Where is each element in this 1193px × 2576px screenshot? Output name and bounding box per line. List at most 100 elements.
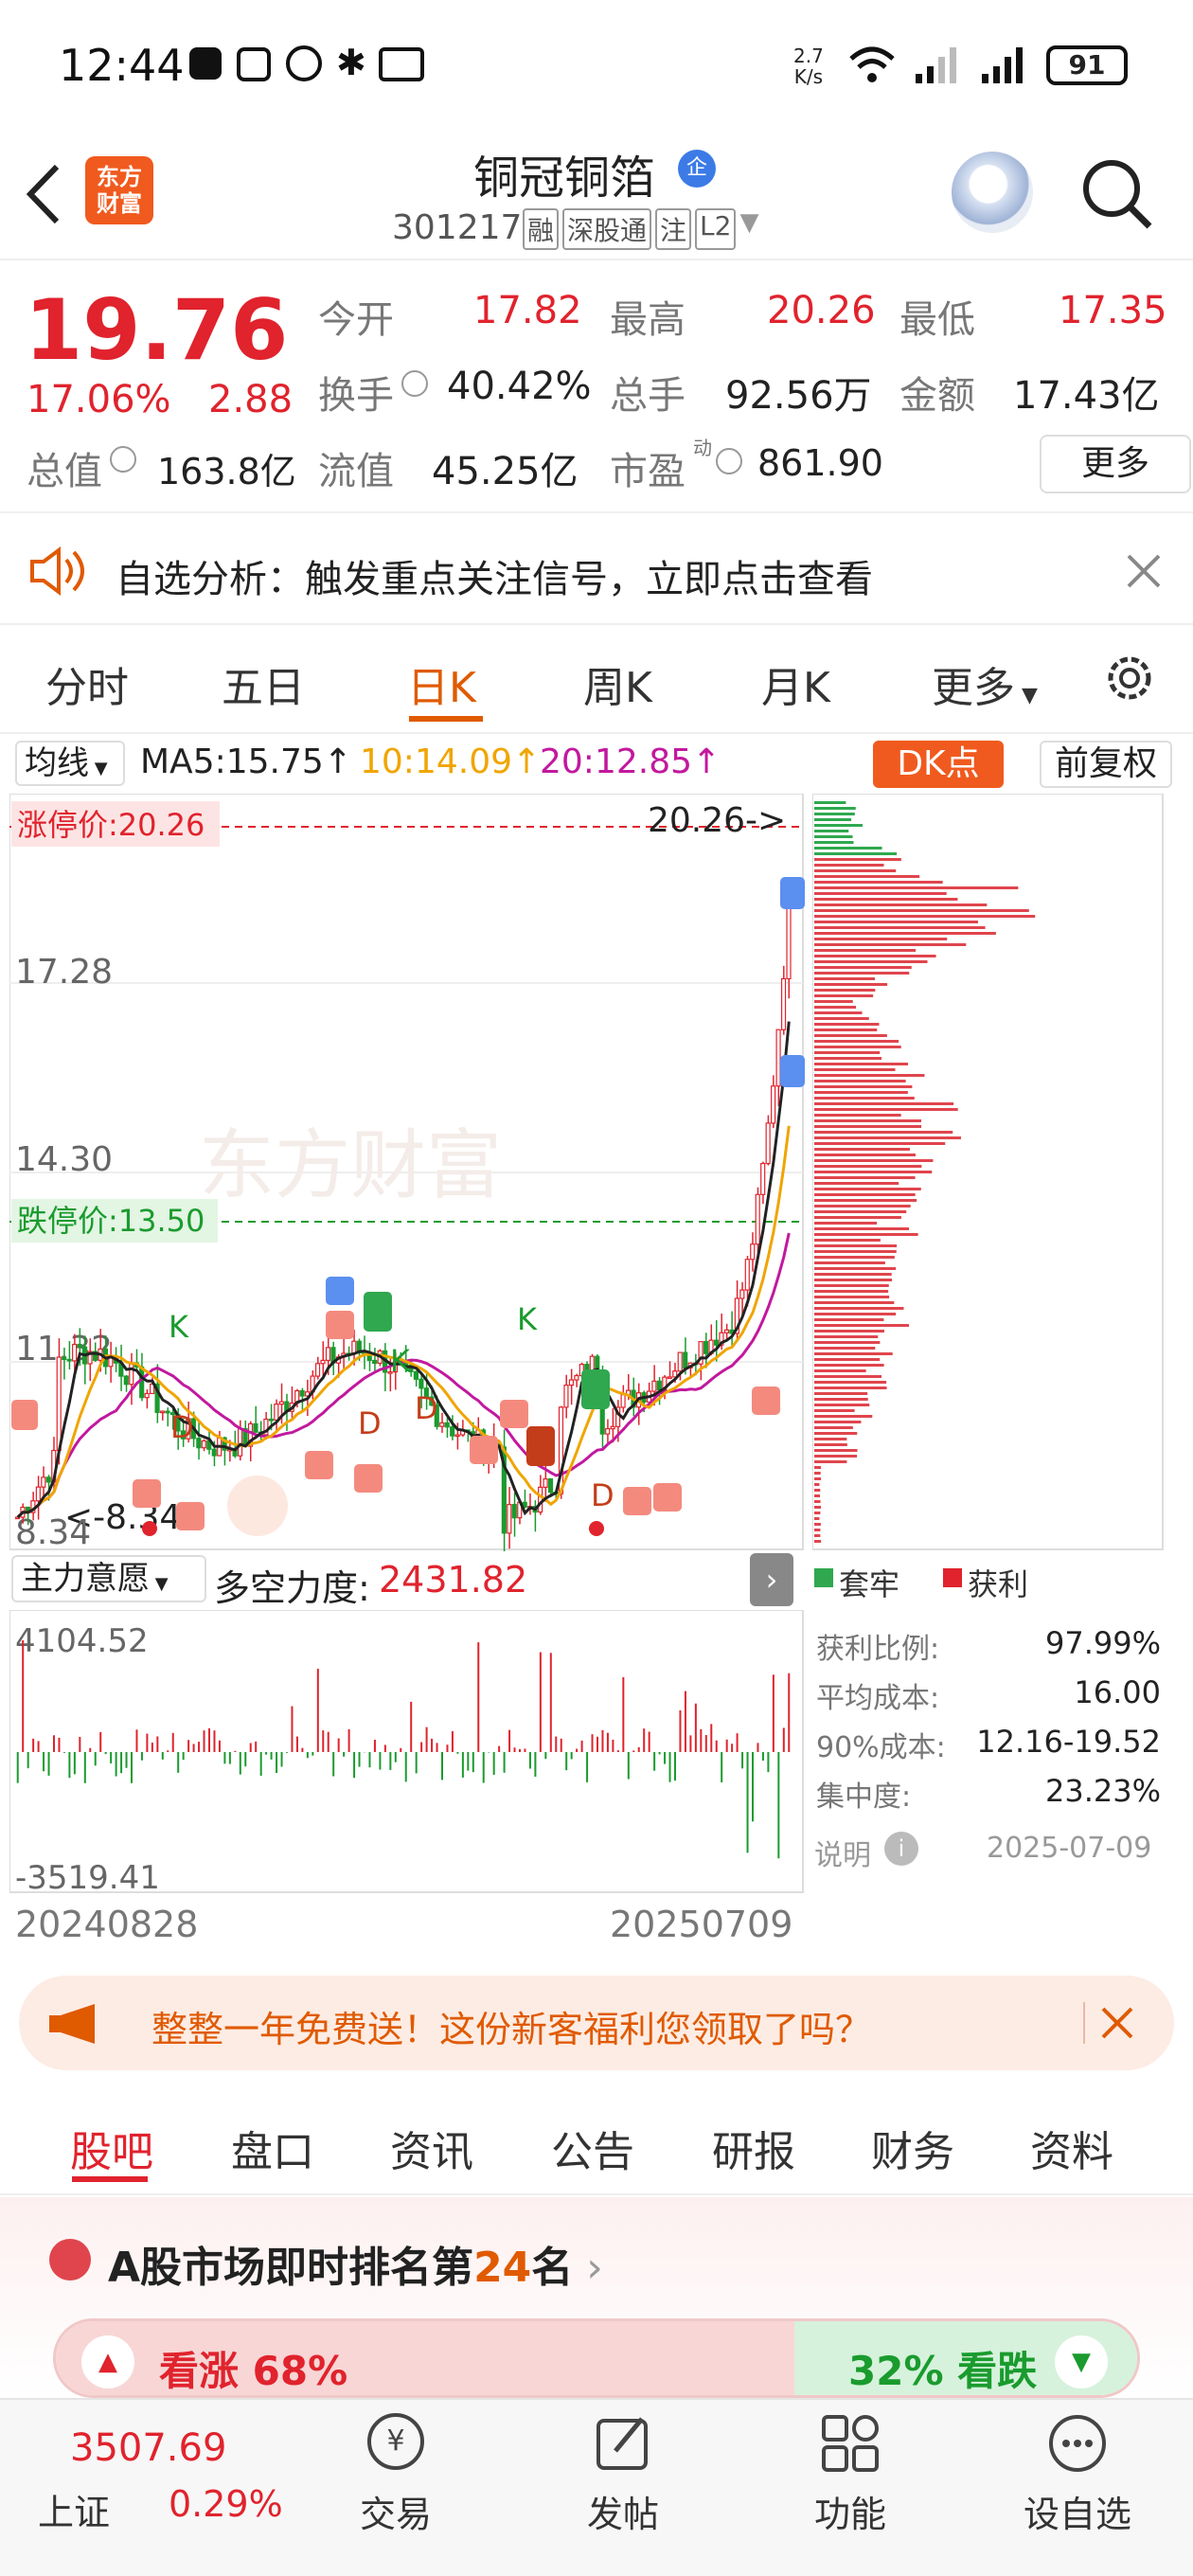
indicator-selector[interactable]: 主力意愿 ▼ (11, 1555, 206, 1602)
chip-value-concentration: 23.23% (1044, 1773, 1161, 1809)
limit-down-label: 跌停价:13.50 (17, 1203, 205, 1239)
y-tick-4: 8.34 (15, 1513, 91, 1551)
eastmoney-logo[interactable]: 东方 财富 (85, 156, 153, 224)
dk-point-button[interactable]: DK点 (873, 741, 1004, 788)
speaker-icon (30, 546, 84, 596)
high-value: 20.26 (767, 289, 876, 332)
current-price: 19.76 (25, 281, 289, 379)
amount-label: 金额 (899, 374, 975, 418)
expand-icon[interactable] (227, 1476, 288, 1536)
tab-five-day[interactable]: 五日 (222, 653, 305, 714)
market-cap-value: 163.8亿 (157, 451, 296, 492)
market-cap-label: 总值 (27, 450, 102, 493)
chip-value-90-cost: 12.16-19.52 (976, 1724, 1161, 1760)
signal-icon-1 (916, 47, 956, 83)
tab-daily-k[interactable]: 日K (407, 653, 476, 714)
legend-trap-swatch (814, 1568, 833, 1587)
indicator-name: 多空力度: (214, 1567, 370, 1609)
ma-selector[interactable]: 均线 ▼ (15, 741, 125, 786)
nav-add-watchlist[interactable]: 设自选 (1002, 2485, 1153, 2537)
turnover-label: 换手 (318, 374, 394, 418)
tab-monthly-k[interactable]: 月K (761, 653, 830, 714)
info-icon[interactable]: i (884, 1832, 918, 1866)
close-icon[interactable] (1100, 2006, 1134, 2040)
more-dots-icon[interactable] (1047, 2413, 1108, 2474)
chip-label-90-cost: 90%成本: (816, 1731, 946, 1764)
chip-label-avg-cost: 平均成本: (816, 1682, 940, 1715)
index-name[interactable]: 上证 (38, 2483, 110, 2535)
expand-arrow-button[interactable]: › (750, 1553, 793, 1606)
close-icon[interactable] (1125, 552, 1163, 590)
robot-assistant-icon[interactable] (952, 152, 1033, 233)
post-icon[interactable] (593, 2413, 653, 2474)
low-label: 最低 (899, 298, 975, 342)
gear-icon[interactable] (1100, 649, 1159, 707)
rank-chart-icon (49, 2239, 91, 2281)
tab-announcements[interactable]: 公告 (551, 2118, 634, 2178)
index-value[interactable]: 3507.69 (70, 2426, 226, 2470)
tab-orderbook[interactable]: 盘口 (231, 2118, 314, 2178)
legend-trap: 套牢 (839, 1566, 900, 1602)
rank-section: A股市场即时排名第24名 › ▲ 看涨 68% 32% 看跌 ▼ (0, 2197, 1193, 2398)
svg-text:D: D (415, 1390, 438, 1426)
content-tabs: 股吧 盘口 资讯 公告 研报 财务 资料 (0, 2089, 1193, 2195)
kline-chart[interactable]: 东方财富 涨停价:20.26 跌停价:13.50 20.26-> <-8.34 … (9, 794, 805, 1551)
indicator-max: 4104.52 (15, 1622, 149, 1660)
battery-icon: 91 (1046, 45, 1128, 85)
rank-text[interactable]: A股市场即时排名第24名 › (108, 2233, 603, 2294)
tab-research[interactable]: 研报 (712, 2118, 795, 2178)
ma5-value: MA5:15.75↑ (140, 742, 352, 781)
pe-value: 861.90 (757, 442, 883, 484)
nav-trade[interactable]: 交易 (320, 2485, 472, 2537)
nav-post[interactable]: 发帖 (547, 2485, 699, 2537)
vote-down-button[interactable]: ▼ (1055, 2335, 1108, 2388)
indicator-value: 2431.82 (379, 1559, 528, 1601)
stock-name: 铜冠铜箔 (473, 152, 656, 205)
info-icon[interactable] (716, 448, 742, 474)
indicator-min: -3519.41 (15, 1859, 160, 1894)
index-pct[interactable]: 0.29% (169, 2483, 283, 2525)
active-tab-indicator (409, 716, 483, 722)
limit-up-label: 涨停价:20.26 (17, 807, 205, 843)
date-end: 20250709 (610, 1904, 793, 1945)
legend-profit-swatch (943, 1568, 962, 1587)
volume-value: 92.56万 (725, 374, 872, 418)
chevron-down-icon[interactable]: ▼ (739, 208, 758, 250)
tag-level2: L2 (695, 208, 737, 250)
back-icon[interactable] (21, 161, 68, 227)
float-cap-label: 流值 (318, 450, 394, 493)
tab-intraday[interactable]: 分时 (45, 653, 129, 714)
svg-text:K: K (390, 1343, 411, 1379)
pe-sup: 动 (693, 437, 712, 459)
legend-profit: 获利 (968, 1566, 1029, 1602)
trade-icon[interactable]: ¥ (367, 2413, 424, 2470)
function-icon[interactable] (820, 2413, 881, 2474)
info-icon[interactable] (110, 446, 136, 473)
open-value: 17.82 (473, 289, 582, 332)
tab-finance[interactable]: 财务 (871, 2118, 954, 2178)
svg-text:D: D (358, 1405, 382, 1441)
tab-more[interactable]: 更多 ▼ (932, 653, 1038, 714)
tab-weekly-k[interactable]: 周K (583, 653, 652, 714)
watermark: 东方财富 (199, 1121, 502, 1209)
change-percent: 17.06% (27, 378, 171, 421)
tag-connect: 深股通 (562, 208, 652, 250)
tab-news[interactable]: 资讯 (390, 2118, 473, 2178)
svg-text:K: K (169, 1309, 189, 1345)
vote-up-button[interactable]: ▲ (81, 2335, 134, 2388)
info-icon[interactable] (401, 370, 428, 397)
ma10-value: 10:14.09↑ (360, 742, 542, 781)
more-button[interactable]: 更多 (1040, 435, 1191, 493)
search-icon[interactable] (1079, 156, 1155, 232)
nav-function[interactable]: 功能 (775, 2485, 926, 2537)
tab-forum[interactable]: 股吧 (70, 2118, 153, 2178)
promo-banner[interactable]: 整整一年免费送！这份新客福利您领取了吗？ (19, 1976, 1174, 2070)
chip-date: 2025-07-09 (987, 1832, 1152, 1865)
adjust-button[interactable]: 前复权 (1040, 741, 1172, 788)
chip-note[interactable]: 说明 (814, 1832, 871, 1873)
tag-margin: 融 (523, 208, 560, 250)
alert-banner[interactable]: 自选分析：触发重点关注信号，立即点击查看 (0, 516, 1193, 625)
quote-panel: 19.76 17.06% 2.88 今开 17.82 最高 20.26 最低 1… (0, 262, 1193, 513)
tab-profile[interactable]: 资料 (1030, 2118, 1113, 2178)
volume-label: 总手 (610, 374, 686, 418)
